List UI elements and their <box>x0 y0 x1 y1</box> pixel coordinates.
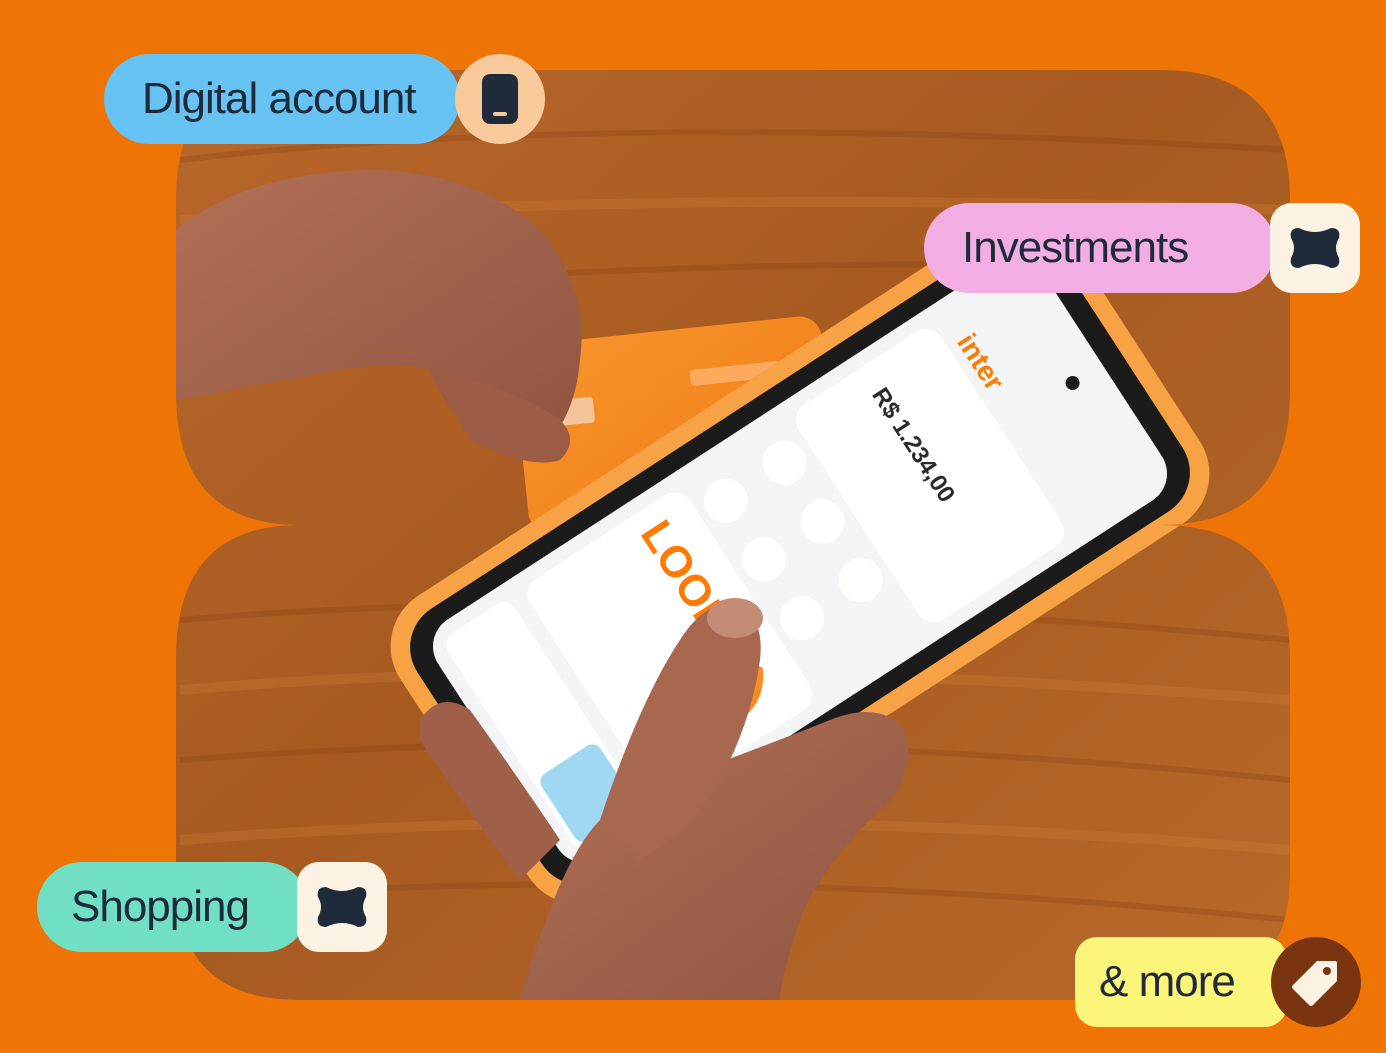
digital-account-pill: Digital account <box>104 54 460 144</box>
more-label: & more <box>1099 957 1236 1006</box>
shopping-badge <box>297 862 387 952</box>
shopping-label: Shopping <box>71 882 250 931</box>
cloud-blob-icon <box>1290 228 1340 268</box>
promo-banner: inter R$ 1.234,00 LOOP Digital account I… <box>0 0 1386 1053</box>
cloud-blob-icon <box>317 887 367 927</box>
shopping-pill: Shopping <box>37 862 309 952</box>
smartphone-icon <box>482 74 518 124</box>
investments-label: Investments <box>962 223 1189 272</box>
more-pill: & more <box>1075 937 1287 1027</box>
more-badge <box>1271 937 1361 1027</box>
investments-badge <box>1270 203 1360 293</box>
digital-account-badge <box>455 54 545 144</box>
digital-account-label: Digital account <box>142 74 417 123</box>
investments-pill: Investments <box>924 203 1276 293</box>
price-tag-icon <box>1292 961 1337 1006</box>
